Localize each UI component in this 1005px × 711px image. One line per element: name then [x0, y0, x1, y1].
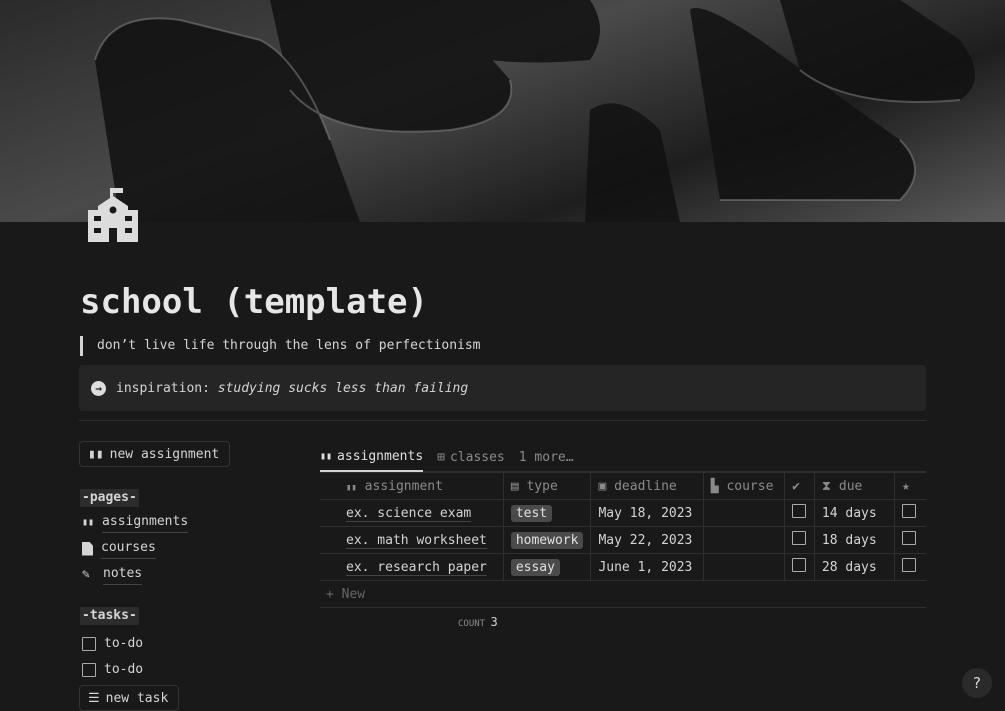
assignment-link[interactable]: ex. research paper [346, 559, 487, 576]
hourglass-icon: ⧗ [821, 478, 832, 494]
book-icon: ▮▮ [320, 451, 333, 462]
link-label: assignments [102, 512, 189, 533]
callout: → inspiration: studying sucks less than … [79, 365, 926, 411]
todo-label: to-do [104, 636, 144, 651]
star-icon: ★ [902, 478, 910, 494]
page-link-assignments[interactable]: ▮▮ assignments [82, 512, 189, 533]
due-cell: 28 days [813, 553, 896, 581]
assignment-link[interactable]: ex. math worksheet [346, 532, 487, 549]
tab-more[interactable]: 1 more… [519, 444, 574, 472]
school-icon [88, 188, 138, 242]
tab-label: assignments [337, 449, 424, 464]
type-tag: essay [510, 558, 560, 576]
assignment-link[interactable]: ex. science exam [346, 505, 472, 522]
count-summary: COUNT 3 [458, 615, 498, 629]
pages-heading: -pages- [80, 489, 139, 507]
calendar-icon: ▣ [598, 478, 607, 494]
type-tag: homework [510, 531, 584, 549]
page-link-courses[interactable]: courses [82, 538, 156, 559]
new-assignment-button[interactable]: ▮▮ new assignment [79, 441, 231, 467]
checklist-icon: ☰ [88, 690, 100, 706]
new-task-label: new task [105, 690, 169, 706]
due-cell: 18 days [813, 526, 896, 554]
view-tabs: ▮▮ assignments ⊞ classes 1 more… [320, 444, 926, 472]
new-assignment-label: new assignment [109, 446, 220, 462]
table-row: ex. science exam test May 18, 2023 14 days [320, 499, 926, 527]
done-checkbox[interactable] [792, 558, 807, 572]
tab-assignments[interactable]: ▮▮ assignments [320, 444, 424, 472]
document-icon [82, 541, 93, 556]
star-checkbox[interactable] [902, 531, 916, 545]
col-course[interactable]: ▙ course [702, 472, 786, 500]
link-label: notes [103, 564, 143, 585]
tasks-heading: -tasks- [80, 607, 139, 625]
course-cell[interactable] [702, 499, 786, 527]
table-header: ▮▮ assignment ▤ type ▣ deadline ▙ course… [320, 472, 926, 500]
gallery-icon: ⊞ [437, 450, 445, 465]
divider [79, 420, 926, 421]
done-checkbox[interactable] [792, 531, 807, 545]
checkbox[interactable] [82, 637, 96, 651]
col-done[interactable]: ✔ [784, 472, 815, 500]
star-checkbox[interactable] [902, 504, 916, 518]
col-star[interactable]: ★ [894, 472, 926, 500]
deadline-cell: June 1, 2023 [590, 553, 704, 581]
pencil-icon: ✎ [82, 566, 90, 582]
col-type[interactable]: ▤ type [502, 472, 592, 500]
new-row-button[interactable]: + New [320, 581, 926, 608]
callout-text: studying sucks less than failing [217, 380, 469, 396]
link-label: courses [101, 538, 156, 559]
check-circle-icon: ✔ [792, 478, 800, 494]
book-icon: ▮▮ [82, 516, 95, 528]
done-checkbox[interactable] [792, 504, 807, 518]
table-row: ex. research paper essay June 1, 2023 28 da… [320, 553, 926, 581]
new-task-button[interactable]: ☰ new task [79, 685, 180, 711]
star-checkbox[interactable] [902, 558, 916, 572]
page-link-notes[interactable]: ✎ notes [82, 564, 143, 585]
todo-item[interactable]: to-do [82, 660, 143, 680]
arrow-circle-icon: → [91, 380, 106, 396]
col-assignment[interactable]: ▮▮ assignment [320, 472, 504, 500]
course-cell[interactable] [702, 553, 786, 581]
todo-item[interactable]: to-do [82, 634, 143, 654]
document-icon: ▙ [710, 478, 719, 494]
checkbox[interactable] [82, 663, 96, 677]
tab-label: classes [449, 450, 505, 465]
deadline-cell: May 18, 2023 [590, 499, 704, 527]
help-button[interactable]: ? [962, 668, 992, 698]
cover-image [0, 0, 1005, 222]
todo-label: to-do [104, 662, 144, 677]
book-icon: ▮▮ [346, 482, 357, 493]
due-cell: 14 days [813, 499, 896, 527]
course-cell[interactable] [702, 526, 786, 554]
tab-classes[interactable]: ⊞ classes [437, 444, 505, 472]
page-title: school (template) [80, 282, 428, 322]
type-icon: ▤ [510, 478, 519, 494]
assignments-table: ▮▮ assignment ▤ type ▣ deadline ▙ course… [320, 472, 926, 581]
col-due[interactable]: ⧗ due [813, 472, 896, 500]
table-row: ex. math worksheet homework May 22, 2023 18… [320, 526, 926, 554]
col-deadline[interactable]: ▣ deadline [590, 472, 704, 500]
quote: don’t live life through the lens of perf… [80, 336, 481, 356]
type-tag: test [510, 504, 553, 522]
book-icon: ▮▮ [88, 446, 104, 462]
callout-prefix: inspiration: [116, 380, 210, 396]
deadline-cell: May 22, 2023 [590, 526, 704, 554]
